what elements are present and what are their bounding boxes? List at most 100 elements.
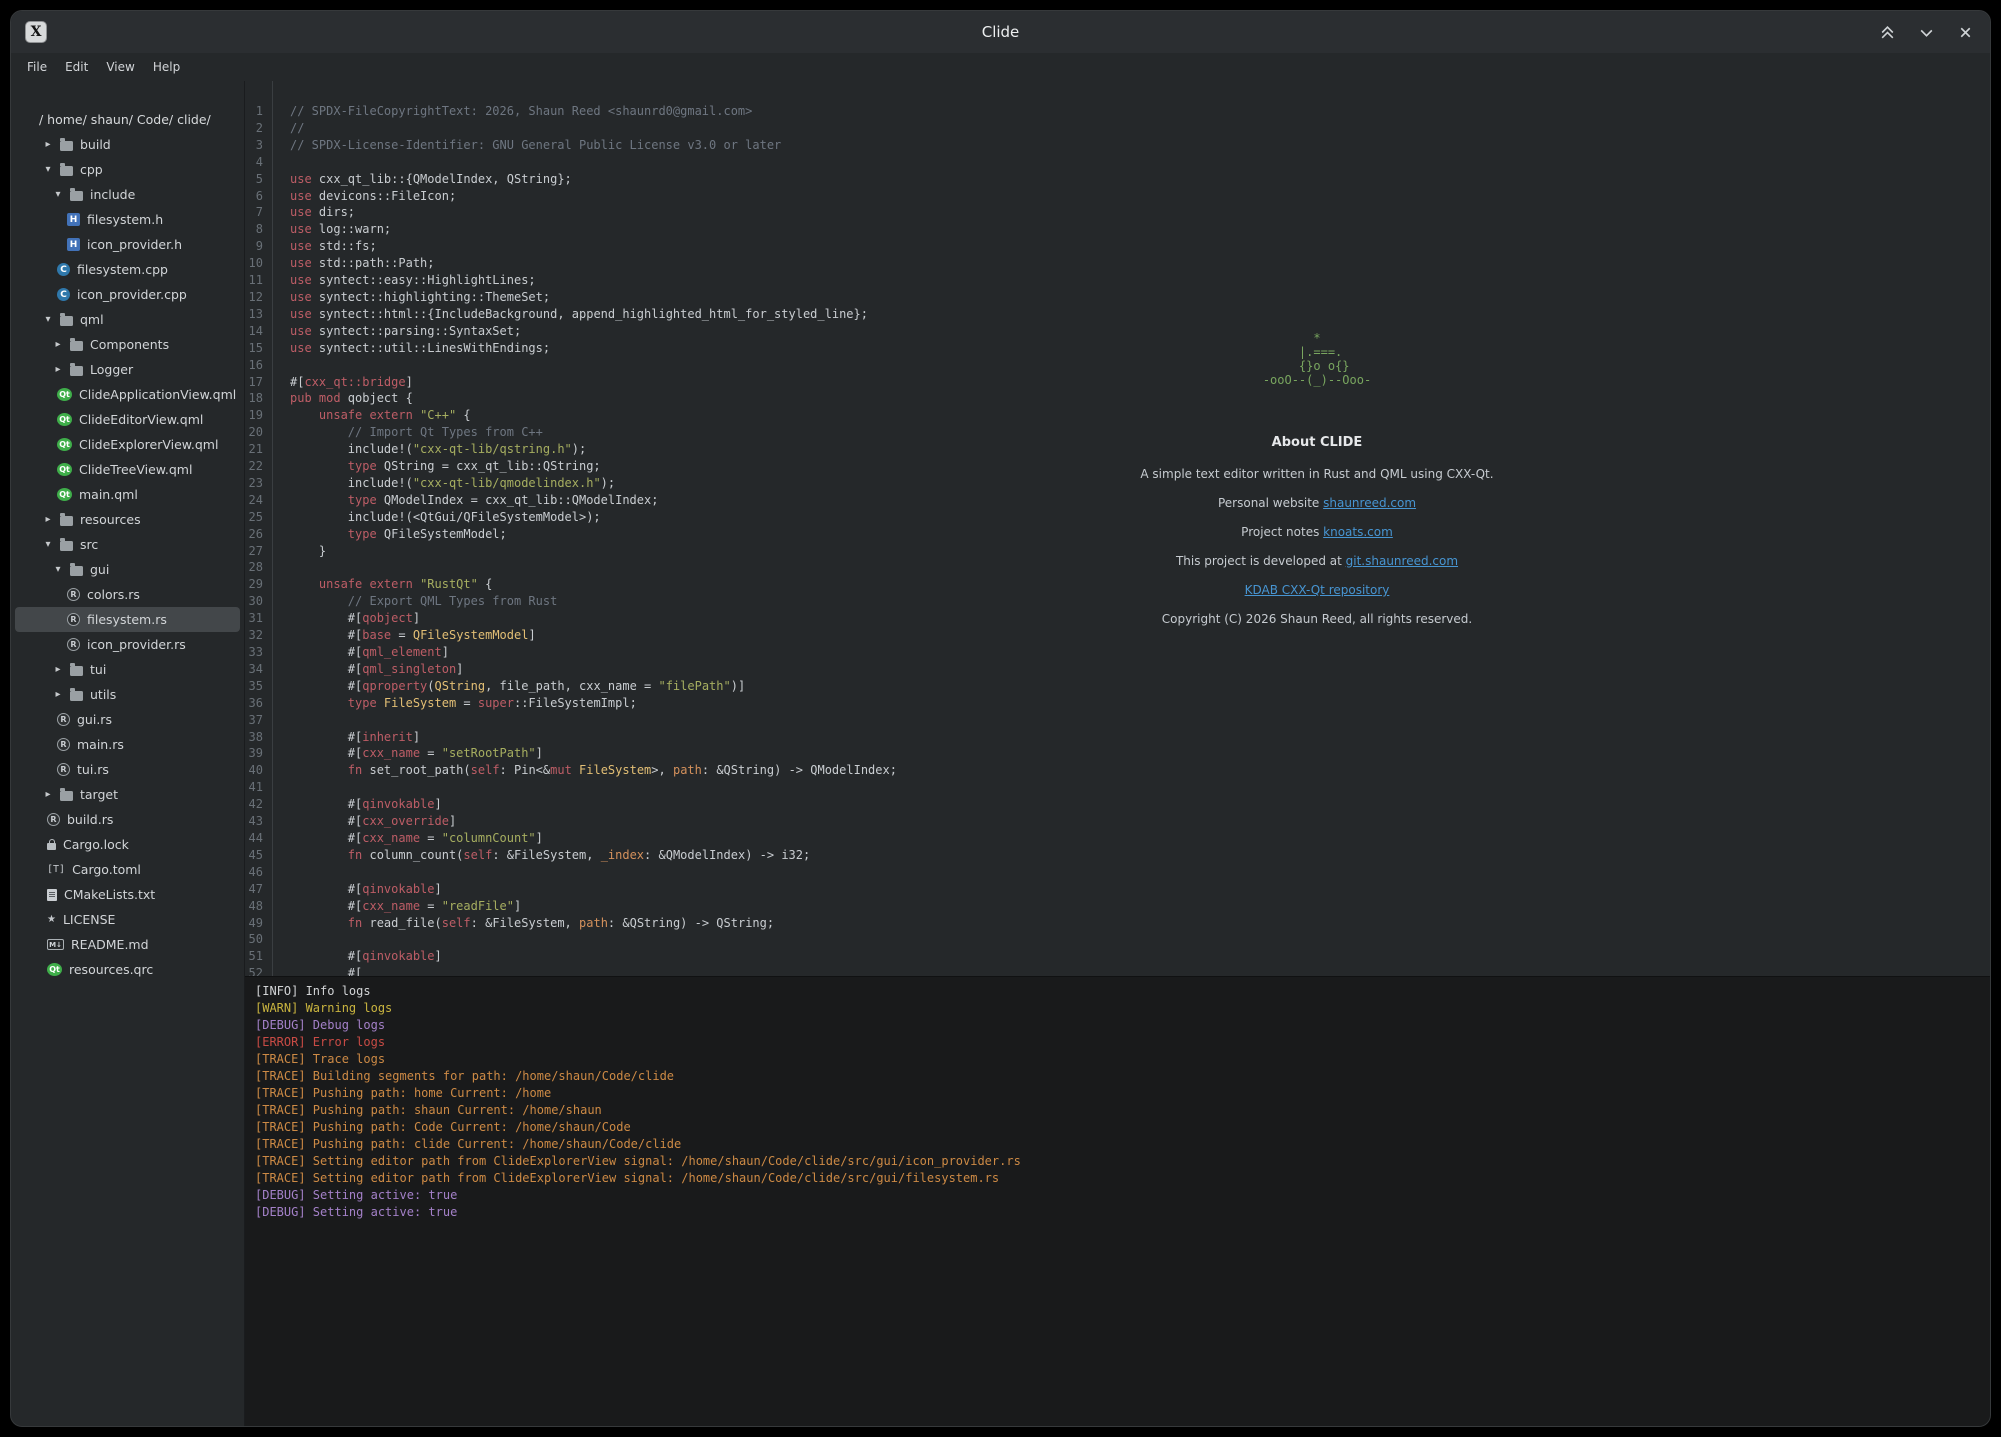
tree-item-filesystem.cpp[interactable]: Cfilesystem.cpp [15, 257, 240, 282]
code-line[interactable]: 37 [245, 712, 1990, 729]
code-line[interactable]: 43 #[cxx_override] [245, 813, 1990, 830]
code-line[interactable]: 51 #[qinvokable] [245, 948, 1990, 965]
menu-item-help[interactable]: Help [145, 57, 188, 77]
code-line[interactable]: 11use syntect::easy::HighlightLines; [245, 272, 1990, 289]
tree-item-include[interactable]: ▾include [15, 182, 240, 207]
log-line-warn: [WARN] Warning logs [255, 1000, 1980, 1017]
tree-item-utils[interactable]: ▸utils [15, 682, 240, 707]
code-line[interactable]: 44 #[cxx_name = "columnCount"] [245, 830, 1990, 847]
chevron-right-icon[interactable]: ▸ [43, 790, 53, 800]
code-line[interactable]: 41 [245, 779, 1990, 796]
tree-item-components[interactable]: ▸Components [15, 332, 240, 357]
chevron-down-icon[interactable]: ▾ [53, 190, 63, 200]
chevron-right-icon[interactable]: ▸ [53, 665, 63, 675]
about-text-line: Copyright (C) 2026 Shaun Reed, all right… [987, 613, 1647, 625]
tree-item-build[interactable]: ▸build [15, 132, 240, 157]
chevron-down-icon[interactable]: ▾ [53, 565, 63, 575]
chevron-right-icon[interactable]: ▸ [53, 365, 63, 375]
chevron-right-icon[interactable]: ▸ [43, 515, 53, 525]
chevron-right-icon[interactable]: ▸ [53, 340, 63, 350]
code-line[interactable]: 4 [245, 154, 1990, 171]
code-line[interactable]: 6use devicons::FileIcon; [245, 188, 1990, 205]
tree-item-license[interactable]: ★LICENSE [15, 907, 240, 932]
tree-item-icon_provider.cpp[interactable]: Cicon_provider.cpp [15, 282, 240, 307]
tree-item-logger[interactable]: ▸Logger [15, 357, 240, 382]
code-line[interactable]: 9use std::fs; [245, 238, 1990, 255]
tree-item-colors.rs[interactable]: Rcolors.rs [15, 582, 240, 607]
link-kdab-cxx-qt-repository[interactable]: KDAB CXX-Qt repository [1245, 583, 1390, 597]
code-line[interactable]: 34 #[qml_singleton] [245, 661, 1990, 678]
line-number: 45 [245, 847, 263, 864]
chevron-down-icon[interactable]: ▾ [43, 540, 53, 550]
tree-item-src[interactable]: ▾src [15, 532, 240, 557]
tree-item-icon_provider.rs[interactable]: Ricon_provider.rs [15, 632, 240, 657]
tree-item-tui[interactable]: ▸tui [15, 657, 240, 682]
tree-item-gui[interactable]: ▾gui [15, 557, 240, 582]
tree-item-qml[interactable]: ▾ qml [15, 307, 240, 332]
tree-item-tui.rs[interactable]: Rtui.rs [15, 757, 240, 782]
code-line[interactable]: 50 [245, 931, 1990, 948]
tree-item-target[interactable]: ▸target [15, 782, 240, 807]
code-line[interactable]: 45 fn column_count(self: &FileSystem, _i… [245, 847, 1990, 864]
link-shaunreed.com[interactable]: shaunreed.com [1323, 496, 1416, 510]
chevron-right-icon[interactable]: ▸ [53, 690, 63, 700]
close-button[interactable] [1955, 22, 1976, 43]
tree-item-cargo.lock[interactable]: Cargo.lock [15, 832, 240, 857]
menu-item-file[interactable]: File [19, 57, 55, 77]
unshade-button[interactable] [1916, 22, 1937, 43]
tree-item-resources.qrc[interactable]: Qtresources.qrc [15, 957, 240, 982]
code-line[interactable]: 33 #[qml_element] [245, 644, 1990, 661]
tree-item-clideapplicationview.qml[interactable]: QtClideApplicationView.qml [15, 382, 240, 407]
tree-item-cpp[interactable]: ▾cpp [15, 157, 240, 182]
tree-item-build.rs[interactable]: Rbuild.rs [15, 807, 240, 832]
code-line[interactable]: 38 #[inherit] [245, 729, 1990, 746]
code-line[interactable]: 35 #[qproperty(QString, file_path, cxx_n… [245, 678, 1990, 695]
chevron-down-icon[interactable]: ▾ [43, 315, 53, 325]
link-git.shaunreed.com[interactable]: git.shaunreed.com [1346, 554, 1458, 568]
tree-item-resources[interactable]: ▸resources [15, 507, 240, 532]
code-line[interactable]: 12use syntect::highlighting::ThemeSet; [245, 289, 1990, 306]
code-line[interactable]: 46 [245, 864, 1990, 881]
code-line[interactable]: 39 #[cxx_name = "setRootPath"] [245, 745, 1990, 762]
code-line[interactable]: 48 #[cxx_name = "readFile"] [245, 898, 1990, 915]
code-line[interactable]: 1// SPDX-FileCopyrightText: 2026, Shaun … [245, 103, 1990, 120]
tree-item-clidetreeview.qml[interactable]: QtClideTreeView.qml [15, 457, 240, 482]
explorer-root-path[interactable]: / home/ shaun/ Code/ clide/ [11, 107, 244, 132]
code-line[interactable]: 2// [245, 120, 1990, 137]
tree-item-main.qml[interactable]: Qtmain.qml [15, 482, 240, 507]
chevron-right-icon[interactable]: ▸ [43, 140, 53, 150]
log-panel[interactable]: [INFO] Info logs[WARN] Warning logs[DEBU… [245, 976, 1990, 1426]
tree-item-readme.md[interactable]: M↓README.md [15, 932, 240, 957]
code-line[interactable]: 8use log::warn; [245, 221, 1990, 238]
tree-item-cargo.toml[interactable]: [T]Cargo.toml [15, 857, 240, 882]
code-line[interactable]: 5use cxx_qt_lib::{QModelIndex, QString}; [245, 171, 1990, 188]
title-bar[interactable]: X Clide [11, 11, 1990, 53]
file-name: qml [80, 312, 104, 327]
shade-button[interactable] [1877, 22, 1898, 43]
tree-item-clideexplorerview.qml[interactable]: QtClideExplorerView.qml [15, 432, 240, 457]
code-line[interactable]: 36 type FileSystem = super::FileSystemIm… [245, 695, 1990, 712]
link-knoats.com[interactable]: knoats.com [1323, 525, 1393, 539]
tree-item-filesystem.h[interactable]: Hfilesystem.h [15, 207, 240, 232]
menu-item-view[interactable]: View [98, 57, 142, 77]
menu-item-edit[interactable]: Edit [57, 57, 96, 77]
code-editor[interactable]: 1// SPDX-FileCopyrightText: 2026, Shaun … [245, 81, 1990, 976]
code-line[interactable]: 13use syntect::html::{IncludeBackground,… [245, 306, 1990, 323]
code-text [263, 712, 297, 729]
tree-item-gui.rs[interactable]: Rgui.rs [15, 707, 240, 732]
tree-item-icon_provider.h[interactable]: Hicon_provider.h [15, 232, 240, 257]
tree-item-main.rs[interactable]: Rmain.rs [15, 732, 240, 757]
code-line[interactable]: 10use std::path::Path; [245, 255, 1990, 272]
chevron-down-icon[interactable]: ▾ [43, 165, 53, 175]
code-line[interactable]: 7use dirs; [245, 204, 1990, 221]
code-line[interactable]: 49 fn read_file(self: &FileSystem, path:… [245, 915, 1990, 932]
tree-item-clideeditorview.qml[interactable]: QtClideEditorView.qml [15, 407, 240, 432]
code-line[interactable]: 47 #[qinvokable] [245, 881, 1990, 898]
tree-item-filesystem.rs[interactable]: Rfilesystem.rs [15, 607, 240, 632]
code-line[interactable]: 40 fn set_root_path(self: Pin<&mut FileS… [245, 762, 1990, 779]
tree-item-cmakelists.txt[interactable]: CMakeLists.txt [15, 882, 240, 907]
line-number: 15 [245, 340, 263, 357]
code-line[interactable]: 3// SPDX-License-Identifier: GNU General… [245, 137, 1990, 154]
code-line[interactable]: 42 #[qinvokable] [245, 796, 1990, 813]
code-line[interactable]: 52 #[ [245, 965, 1990, 976]
